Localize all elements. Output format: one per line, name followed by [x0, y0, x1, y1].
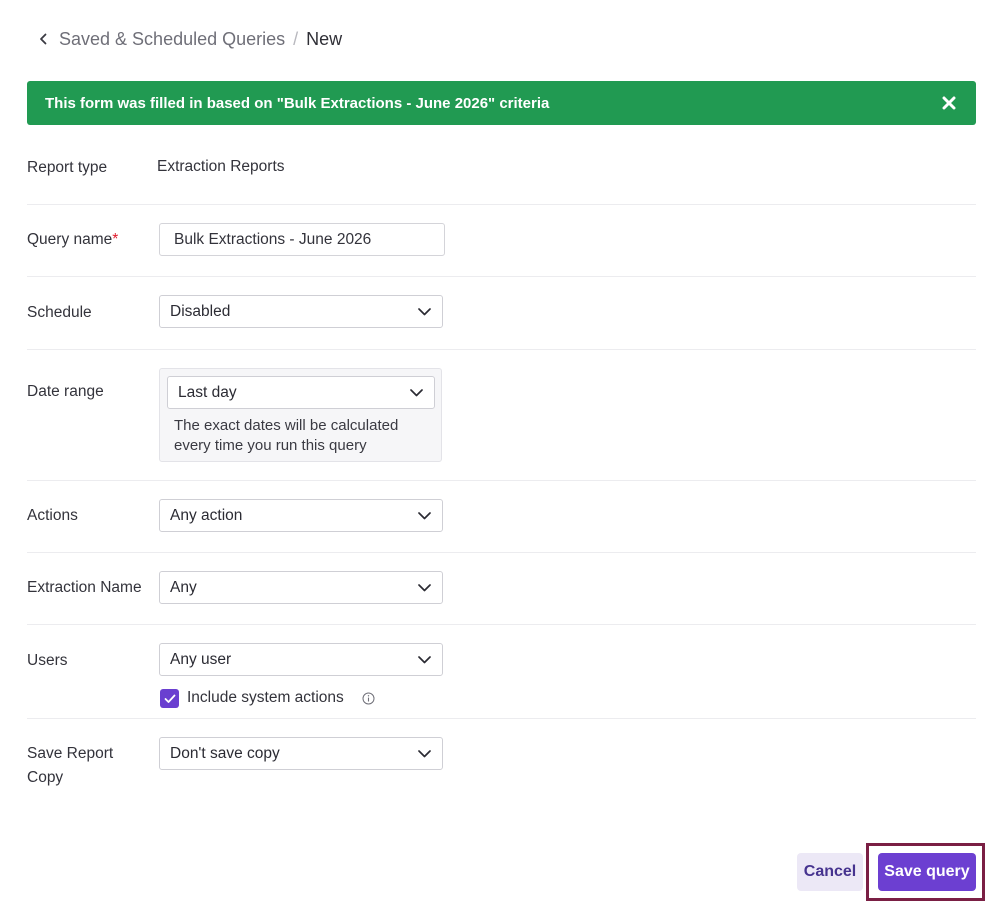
query-name-row: Query name* — [27, 205, 976, 277]
chevron-down-icon — [409, 386, 423, 400]
query-name-label: Query name* — [27, 228, 118, 252]
required-asterisk: * — [112, 231, 119, 248]
include-system-actions-label[interactable]: Include system actions — [187, 687, 344, 709]
extraction-name-selected-value: Any — [170, 578, 197, 596]
users-selected-value: Any user — [170, 650, 232, 668]
actions-label: Actions — [27, 507, 78, 524]
query-name-label-text: Query name — [27, 231, 113, 248]
save-report-copy-select[interactable]: Don't save copy — [159, 737, 443, 770]
extraction-name-label: Extraction Name — [27, 579, 142, 596]
date-range-panel: Last day The exact dates will be calcula… — [159, 368, 442, 462]
chevron-down-icon — [417, 747, 431, 761]
checkmark-icon — [164, 694, 175, 703]
date-range-help-text: The exact dates will be calculated every… — [174, 417, 399, 454]
users-label: Users — [27, 652, 68, 669]
chevron-left-icon[interactable] — [36, 26, 50, 52]
save-report-copy-label-line1: Save Report — [27, 745, 114, 762]
cancel-button[interactable]: Cancel — [797, 853, 863, 891]
save-query-button[interactable]: Save query — [878, 853, 976, 891]
prefill-notification-banner: This form was filled in based on "Bulk E… — [27, 81, 976, 125]
save-report-copy-label: Save Report Copy — [27, 742, 113, 790]
date-range-select[interactable]: Last day — [167, 376, 435, 409]
save-report-copy-label-line2: Copy — [27, 769, 64, 786]
breadcrumb: Saved & Scheduled Queries / New — [36, 26, 342, 52]
save-report-copy-row: Save Report Copy Don't save copy — [27, 719, 976, 809]
report-type-row: Report type Extraction Reports — [27, 150, 976, 205]
users-row: Users Any user Include system actions — [27, 625, 976, 719]
info-icon[interactable] — [362, 692, 375, 705]
actions-row: Actions Any action — [27, 481, 976, 553]
banner-message: This form was filled in based on "Bulk E… — [45, 94, 550, 112]
chevron-down-icon — [417, 581, 431, 595]
date-range-row: Date range Last day The exact dates will… — [27, 368, 976, 481]
extraction-name-row: Extraction Name Any — [27, 553, 976, 625]
chevron-down-icon — [417, 305, 431, 319]
extraction-name-select[interactable]: Any — [159, 571, 443, 604]
chevron-down-icon — [417, 653, 431, 667]
report-type-label: Report type — [27, 159, 108, 176]
schedule-selected-value: Disabled — [170, 302, 231, 320]
chevron-down-icon — [417, 509, 431, 523]
actions-select[interactable]: Any action — [159, 499, 443, 532]
include-system-actions-checkbox[interactable] — [160, 689, 179, 708]
query-name-input[interactable] — [159, 223, 445, 256]
schedule-select[interactable]: Disabled — [159, 295, 443, 328]
save-report-copy-selected-value: Don't save copy — [170, 744, 280, 762]
breadcrumb-parent-link[interactable]: Saved & Scheduled Queries — [59, 29, 285, 50]
schedule-row: Schedule Disabled — [27, 277, 976, 350]
date-range-selected-value: Last day — [178, 383, 237, 401]
breadcrumb-current: New — [306, 28, 343, 49]
report-type-value: Extraction Reports — [157, 158, 285, 175]
users-select[interactable]: Any user — [159, 643, 443, 676]
breadcrumb-separator: / — [293, 28, 299, 49]
close-icon[interactable] — [940, 94, 958, 112]
actions-selected-value: Any action — [170, 506, 243, 524]
date-range-label: Date range — [27, 383, 104, 400]
schedule-label: Schedule — [27, 304, 92, 321]
